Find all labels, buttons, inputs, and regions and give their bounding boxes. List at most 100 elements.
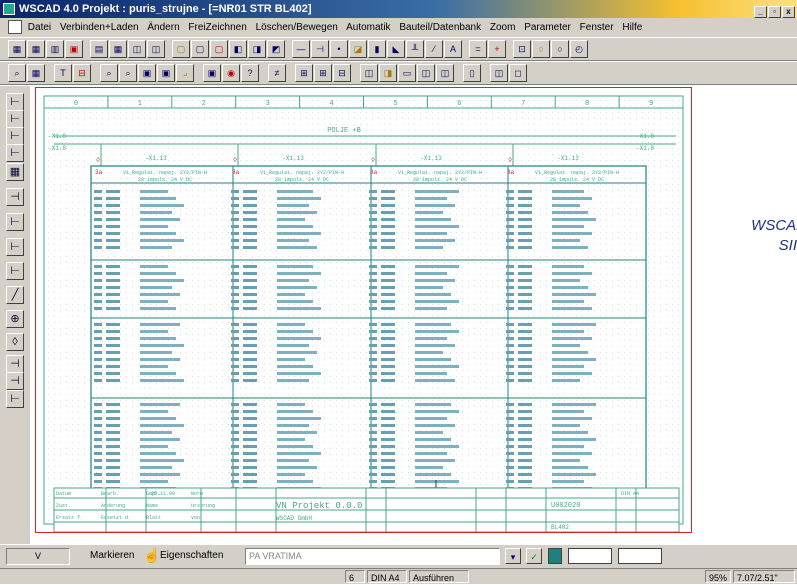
view-button-5[interactable]: ⌕ xyxy=(100,64,118,82)
symbol-tool-4[interactable]: ⊢ xyxy=(6,144,24,162)
view-button-9[interactable]: ⟓ xyxy=(176,64,194,82)
markieren-label[interactable]: Markieren xyxy=(90,550,134,561)
tool-button-14[interactable]: ◩ xyxy=(267,40,285,58)
tool-button-2[interactable]: ▦ xyxy=(27,40,45,58)
menu-datei[interactable]: Datei xyxy=(28,22,51,33)
menu-aendern[interactable]: Ändern xyxy=(147,22,179,33)
symbol-tool-6[interactable]: ⊣ xyxy=(6,188,24,206)
tool-button-12[interactable]: ◧ xyxy=(229,40,247,58)
property-input[interactable]: PA VRATIMA xyxy=(245,548,500,565)
tool-button-23[interactable]: A xyxy=(444,40,462,58)
tool-button-9[interactable]: ▢ xyxy=(172,40,190,58)
view-button-15[interactable]: ⊞ xyxy=(314,64,332,82)
view-button-7[interactable]: ▣ xyxy=(138,64,156,82)
view-button-2[interactable]: ▦ xyxy=(27,64,45,82)
minimize-button[interactable]: _ xyxy=(754,6,767,18)
symbol-tool-3[interactable]: ⊢ xyxy=(6,127,24,145)
symbol-tool-7[interactable]: ⊢ xyxy=(6,213,24,231)
dropdown-button[interactable]: ▾ xyxy=(505,548,521,564)
symbol-tool-15[interactable]: ⊢ xyxy=(6,390,24,408)
symbol-tool-1[interactable]: ⊢ xyxy=(6,93,24,111)
view-button-18[interactable]: ◨ xyxy=(379,64,397,82)
menu-automatik[interactable]: Automatik xyxy=(346,22,390,33)
tool-button-24[interactable]: = xyxy=(469,40,487,58)
layer-indicator[interactable]: V xyxy=(6,548,70,565)
tool-button-11[interactable]: ▢ xyxy=(210,40,228,58)
tool-button-17[interactable]: • xyxy=(330,40,348,58)
symbol-tool-9[interactable]: ⊢ xyxy=(6,262,24,280)
menu-zoom[interactable]: Zoom xyxy=(490,22,516,33)
tool-button-16[interactable]: ⊣ xyxy=(311,40,329,58)
view-button-22[interactable]: ▯ xyxy=(463,64,481,82)
line-style-box[interactable] xyxy=(568,548,612,564)
confirm-button[interactable]: ✓ xyxy=(526,548,542,564)
view-button-8[interactable]: ▣ xyxy=(157,64,175,82)
close-button[interactable]: x xyxy=(782,6,795,18)
symbol-tool-8[interactable]: ⊢ xyxy=(6,238,24,256)
view-button-10[interactable]: ▣ xyxy=(203,64,221,82)
symbol-tool-13[interactable]: ⊣ xyxy=(6,355,24,373)
tool-button-22[interactable]: ⁄ xyxy=(425,40,443,58)
view-button-3[interactable]: T xyxy=(54,64,72,82)
tool-button-4[interactable]: ▣ xyxy=(65,40,83,58)
symbol-tool-5[interactable]: ▦ xyxy=(6,163,24,181)
color-swatch[interactable] xyxy=(548,548,562,564)
drawing-canvas[interactable]: 0 1 2 3 4 5 6 7 8 9 POLJE +B -X1.8 -X1.8 -X1.8 -X1.8 -X… xyxy=(30,86,797,544)
view-button-6[interactable]: ⌕ xyxy=(119,64,137,82)
view-button-16[interactable]: ⊟ xyxy=(333,64,351,82)
menu-bauteil-datenbank[interactable]: Bauteil/Datenbank xyxy=(399,22,481,33)
maximize-button[interactable]: ▫ xyxy=(768,6,781,18)
tool-button-1[interactable]: ▦ xyxy=(8,40,26,58)
view-button-23[interactable]: ◫ xyxy=(490,64,508,82)
terminal-wire-label xyxy=(140,431,172,434)
tool-button-8[interactable]: ◫ xyxy=(147,40,165,58)
view-button-19[interactable]: ▭ xyxy=(398,64,416,82)
workspace: ⊢ ⊢ ⊢ ⊢ ▦ ⊣ ⊢ ⊢ ⊢ ╱ ⊕ ◊ ⊣ ⊣ ⊢ 0 1 2 3 4 5 6 7 8 9 POLJE +B -X1.8-… xyxy=(0,86,797,544)
terminal-id xyxy=(518,473,532,476)
schematic-sheet[interactable]: 0 1 2 3 4 5 6 7 8 9 POLJE +B -X1.8 -X1.8 -X1.8 -X1.8 -X… xyxy=(35,87,692,533)
tool-button-20[interactable]: ◣ xyxy=(387,40,405,58)
menu-parameter[interactable]: Parameter xyxy=(524,22,571,33)
tool-button-26[interactable]: ⊡ xyxy=(513,40,531,58)
hand-icon[interactable]: ☝ xyxy=(143,547,160,563)
tool-button-7[interactable]: ◫ xyxy=(128,40,146,58)
symbol-tool-14[interactable]: ⊣ xyxy=(6,372,24,390)
view-button-20[interactable]: ◫ xyxy=(417,64,435,82)
view-button-4[interactable]: ⊟ xyxy=(73,64,91,82)
view-button-11[interactable]: ◉ xyxy=(222,64,240,82)
fill-style-box[interactable] xyxy=(618,548,662,564)
menu-loeschen-bewegen[interactable]: Löschen/Bewegen xyxy=(256,22,338,33)
symbol-tool-2[interactable]: ⊢ xyxy=(6,110,24,128)
view-button-12[interactable]: ? xyxy=(241,64,259,82)
tool-button-5[interactable]: ▤ xyxy=(90,40,108,58)
tool-button-3[interactable]: ▥ xyxy=(46,40,64,58)
eigenschaften-label[interactable]: Eigenschaften xyxy=(160,550,223,561)
symbol-tool-12[interactable]: ◊ xyxy=(6,333,24,351)
tool-button-21[interactable]: ╨ xyxy=(406,40,424,58)
tool-button-10[interactable]: ▢ xyxy=(191,40,209,58)
view-button-14[interactable]: ⊞ xyxy=(295,64,313,82)
view-button-17[interactable]: ◫ xyxy=(360,64,378,82)
menu-verbinden-laden[interactable]: Verbinden+Laden xyxy=(60,22,139,33)
tool-button-28[interactable]: ○ xyxy=(551,40,569,58)
tool-button-29[interactable]: ◴ xyxy=(570,40,588,58)
document-icon[interactable] xyxy=(8,20,22,35)
view-button-13[interactable]: ≠ xyxy=(268,64,286,82)
symbol-tool-10[interactable]: ╱ xyxy=(6,286,24,304)
tool-button-19[interactable]: ▮ xyxy=(368,40,386,58)
tool-button-6[interactable]: ▦ xyxy=(109,40,127,58)
tool-button-13[interactable]: ◨ xyxy=(248,40,266,58)
tool-button-25[interactable]: + xyxy=(488,40,506,58)
menu-hilfe[interactable]: Hilfe xyxy=(622,22,642,33)
right-label-1: -X1.8 xyxy=(636,133,654,140)
tool-button-15[interactable]: — xyxy=(292,40,310,58)
terminal-number xyxy=(369,358,377,361)
tool-button-18[interactable]: ◪ xyxy=(349,40,367,58)
symbol-tool-11[interactable]: ⊕ xyxy=(6,310,24,328)
tool-button-27[interactable]: ○ xyxy=(532,40,550,58)
menu-freizeichnen[interactable]: FreiZeichnen xyxy=(188,22,246,33)
menu-fenster[interactable]: Fenster xyxy=(580,22,614,33)
view-button-24[interactable]: ◻ xyxy=(509,64,527,82)
view-button-1[interactable]: ⌕ xyxy=(8,64,26,82)
view-button-21[interactable]: ◫ xyxy=(436,64,454,82)
